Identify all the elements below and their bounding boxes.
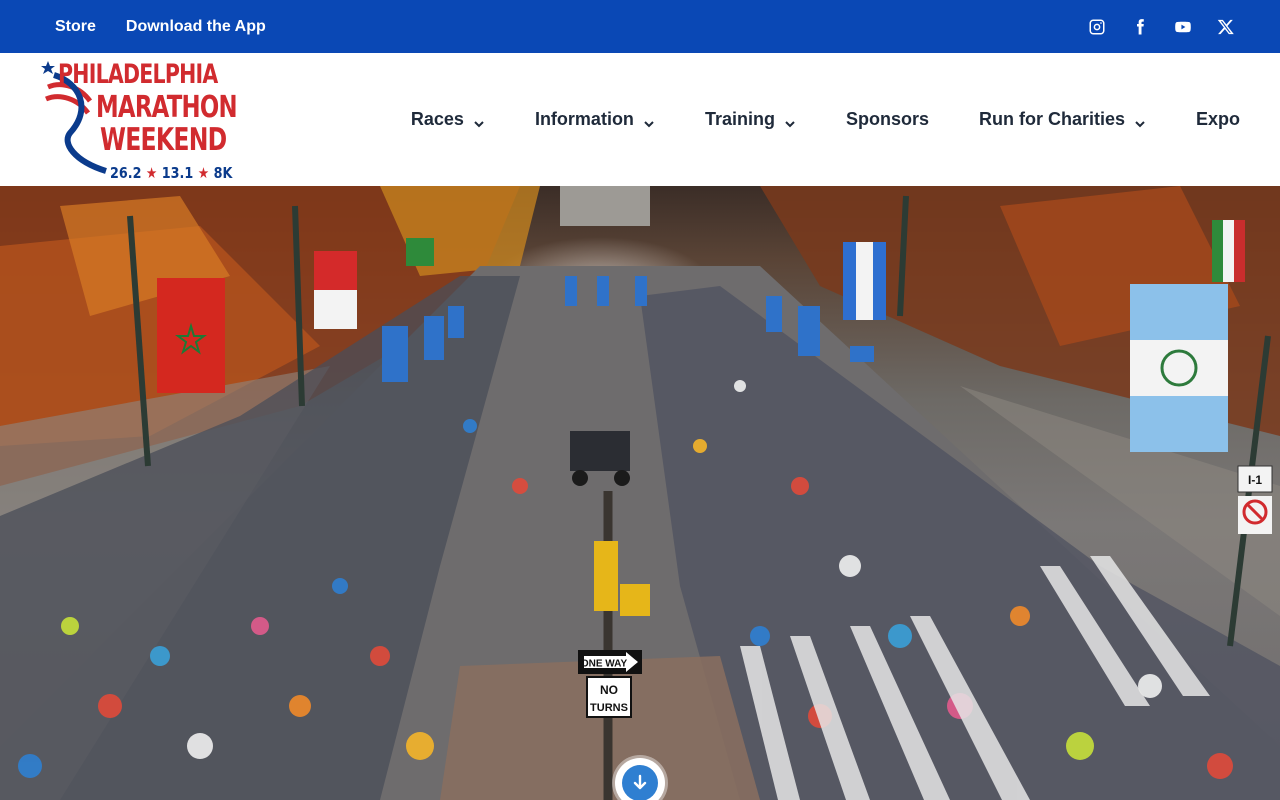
marathon-crowd-photo: ONE WAY NO TURNS I-1: [0, 186, 1280, 800]
site-header: PHILADELPHIA MARATHON WEEKEND 26.2 ★ 13.…: [0, 53, 1280, 186]
nav-charities-label: Run for Charities: [978, 109, 1125, 129]
nav-expo[interactable]: Expo: [1196, 109, 1240, 130]
chevron-down-icon: [643, 114, 655, 127]
logo-distance-half: 13.1: [161, 164, 194, 182]
scroll-down-inner: [622, 765, 658, 800]
sign-route: I-1: [1248, 473, 1262, 487]
facebook-icon[interactable]: [1130, 17, 1150, 37]
star-icon: ★: [197, 164, 214, 182]
sign-no: NO: [600, 683, 618, 697]
instagram-icon[interactable]: [1087, 17, 1107, 37]
chevron-down-icon: [473, 114, 485, 127]
hero-image: ONE WAY NO TURNS I-1: [0, 186, 1280, 800]
logo-line-2: MARATHON: [96, 90, 238, 125]
logo-distance-8k: 8K: [213, 164, 233, 182]
nav-expo-label: Expo: [1195, 109, 1240, 129]
utility-bar: Store Download the App: [0, 0, 1280, 53]
nav-training[interactable]: Training: [705, 109, 796, 130]
sign-one-way: ONE WAY: [581, 659, 628, 670]
nav-sponsors-label: Sponsors: [845, 109, 929, 129]
nav-run-for-charities[interactable]: Run for Charities: [979, 109, 1146, 130]
social-links: [1087, 17, 1236, 37]
store-link[interactable]: Store: [55, 18, 96, 36]
chevron-down-icon: [784, 114, 796, 127]
logo-line-1: PHILADELPHIA: [58, 59, 218, 90]
arrow-down-icon: [633, 774, 647, 790]
nav-races[interactable]: Races: [411, 109, 485, 130]
nav-training-label: Training: [704, 109, 775, 129]
sign-turns: TURNS: [590, 702, 628, 714]
star-icon: ★: [145, 164, 162, 182]
scroll-down-button[interactable]: [615, 758, 665, 800]
youtube-icon[interactable]: [1173, 17, 1193, 37]
logo-distance-marathon: 26.2: [110, 164, 142, 182]
main-nav: Races Information Training Sponsors Run …: [361, 53, 1240, 186]
nav-information-label: Information: [534, 109, 634, 129]
nav-information[interactable]: Information: [535, 109, 655, 130]
philadelphia-marathon-logo[interactable]: PHILADELPHIA MARATHON WEEKEND 26.2 ★ 13.…: [40, 57, 240, 183]
nav-sponsors[interactable]: Sponsors: [846, 109, 929, 130]
chevron-down-icon: [1134, 114, 1146, 127]
utility-links: Store Download the App: [55, 18, 266, 36]
nav-races-label: Races: [410, 109, 464, 129]
download-app-link[interactable]: Download the App: [126, 18, 266, 36]
x-icon[interactable]: [1216, 17, 1236, 37]
logo-distances: 26.2 ★ 13.1 ★ 8K: [110, 164, 232, 182]
logo-line-3: WEEKEND: [100, 122, 227, 158]
